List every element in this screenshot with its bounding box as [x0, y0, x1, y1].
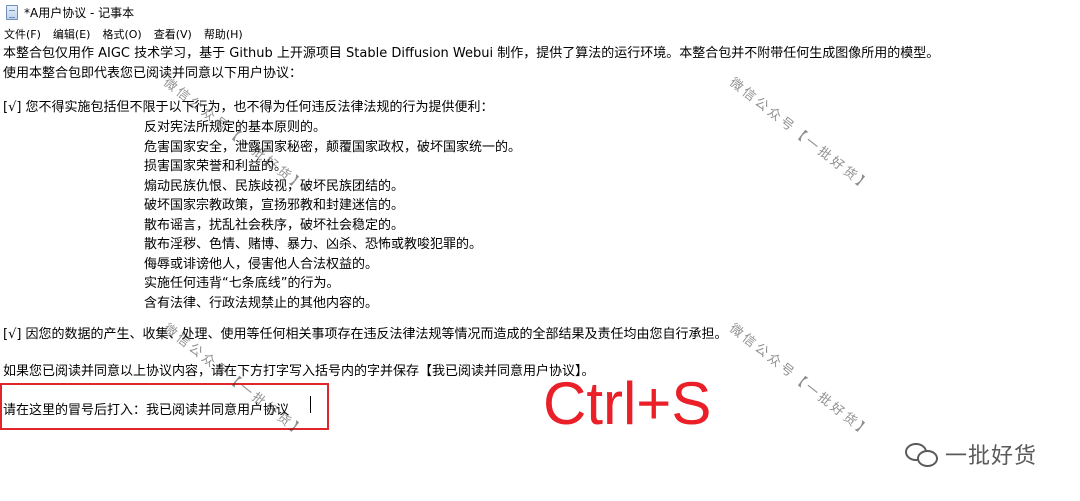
clause-1-item: 侮辱或诽谤他人，侵害他人合法权益的。: [144, 256, 379, 272]
clause-1-heading: [√] 您不得实施包括但不限于以下行为，也不得为任何违反法律法规的行为提供便利：: [3, 100, 494, 115]
clause-2: [√] 因您的数据的产生、收集、处理、使用等任何相关事项存在违反法律法规等情况而…: [3, 327, 728, 342]
clause-1-item: 散布谣言，扰乱社会秩序，破坏社会稳定的。: [144, 217, 405, 233]
menu-help[interactable]: 帮助(H): [198, 26, 249, 42]
clause-1-item: 破坏国家宗教政策，宣扬邪教和封建迷信的。: [144, 198, 405, 213]
window-title: *A用户协议 - 记事本: [24, 5, 135, 20]
notepad-icon: [6, 4, 18, 20]
brand-text: 一批好货: [945, 444, 1038, 469]
menu-format[interactable]: 格式(O): [96, 26, 147, 42]
instruction-line: 如果您已阅读并同意以上协议内容，请在下方打字写入括号内的字并保存【我已阅读并同意…: [3, 364, 595, 379]
text-editor[interactable]: 本整合包仅用作 AIGC 技术学习，基于 Github 上开源项目 Stable…: [0, 44, 1080, 501]
title-bar: *A用户协议 - 记事本: [0, 0, 1080, 24]
intro-line-1: 本整合包仅用作 AIGC 技术学习，基于 Github 上开源项目 Stable…: [3, 46, 940, 61]
clause-1-item: 危害国家安全，泄露国家秘密，颠覆国家政权，破坏国家统一的。: [144, 139, 522, 155]
clause-1-item: 含有法律、行政法规禁止的其他内容的。: [144, 295, 379, 311]
clause-1-item: 散布淫秽、色情、赌博、暴力、凶杀、恐怖或教唆犯罪的。: [144, 237, 483, 252]
wechat-icon: [905, 441, 939, 467]
shortcut-hint: Ctrl+S: [543, 370, 712, 437]
wechat-brand: 一批好货: [905, 438, 1037, 470]
menu-view[interactable]: 查看(V): [148, 26, 198, 42]
intro-line-2: 使用本整合包即代表您已阅读并同意以下用户协议：: [3, 66, 303, 81]
clause-1-item: 煽动民族仇恨、民族歧视，破坏民族团结的。: [144, 178, 405, 194]
menu-bar: 文件(F) 编辑(E) 格式(O) 查看(V) 帮助(H): [0, 24, 1080, 44]
menu-file[interactable]: 文件(F): [0, 26, 47, 42]
menu-edit[interactable]: 编辑(E): [47, 26, 97, 42]
clause-1-item: 实施任何违背“七条底线”的行为。: [144, 276, 340, 291]
